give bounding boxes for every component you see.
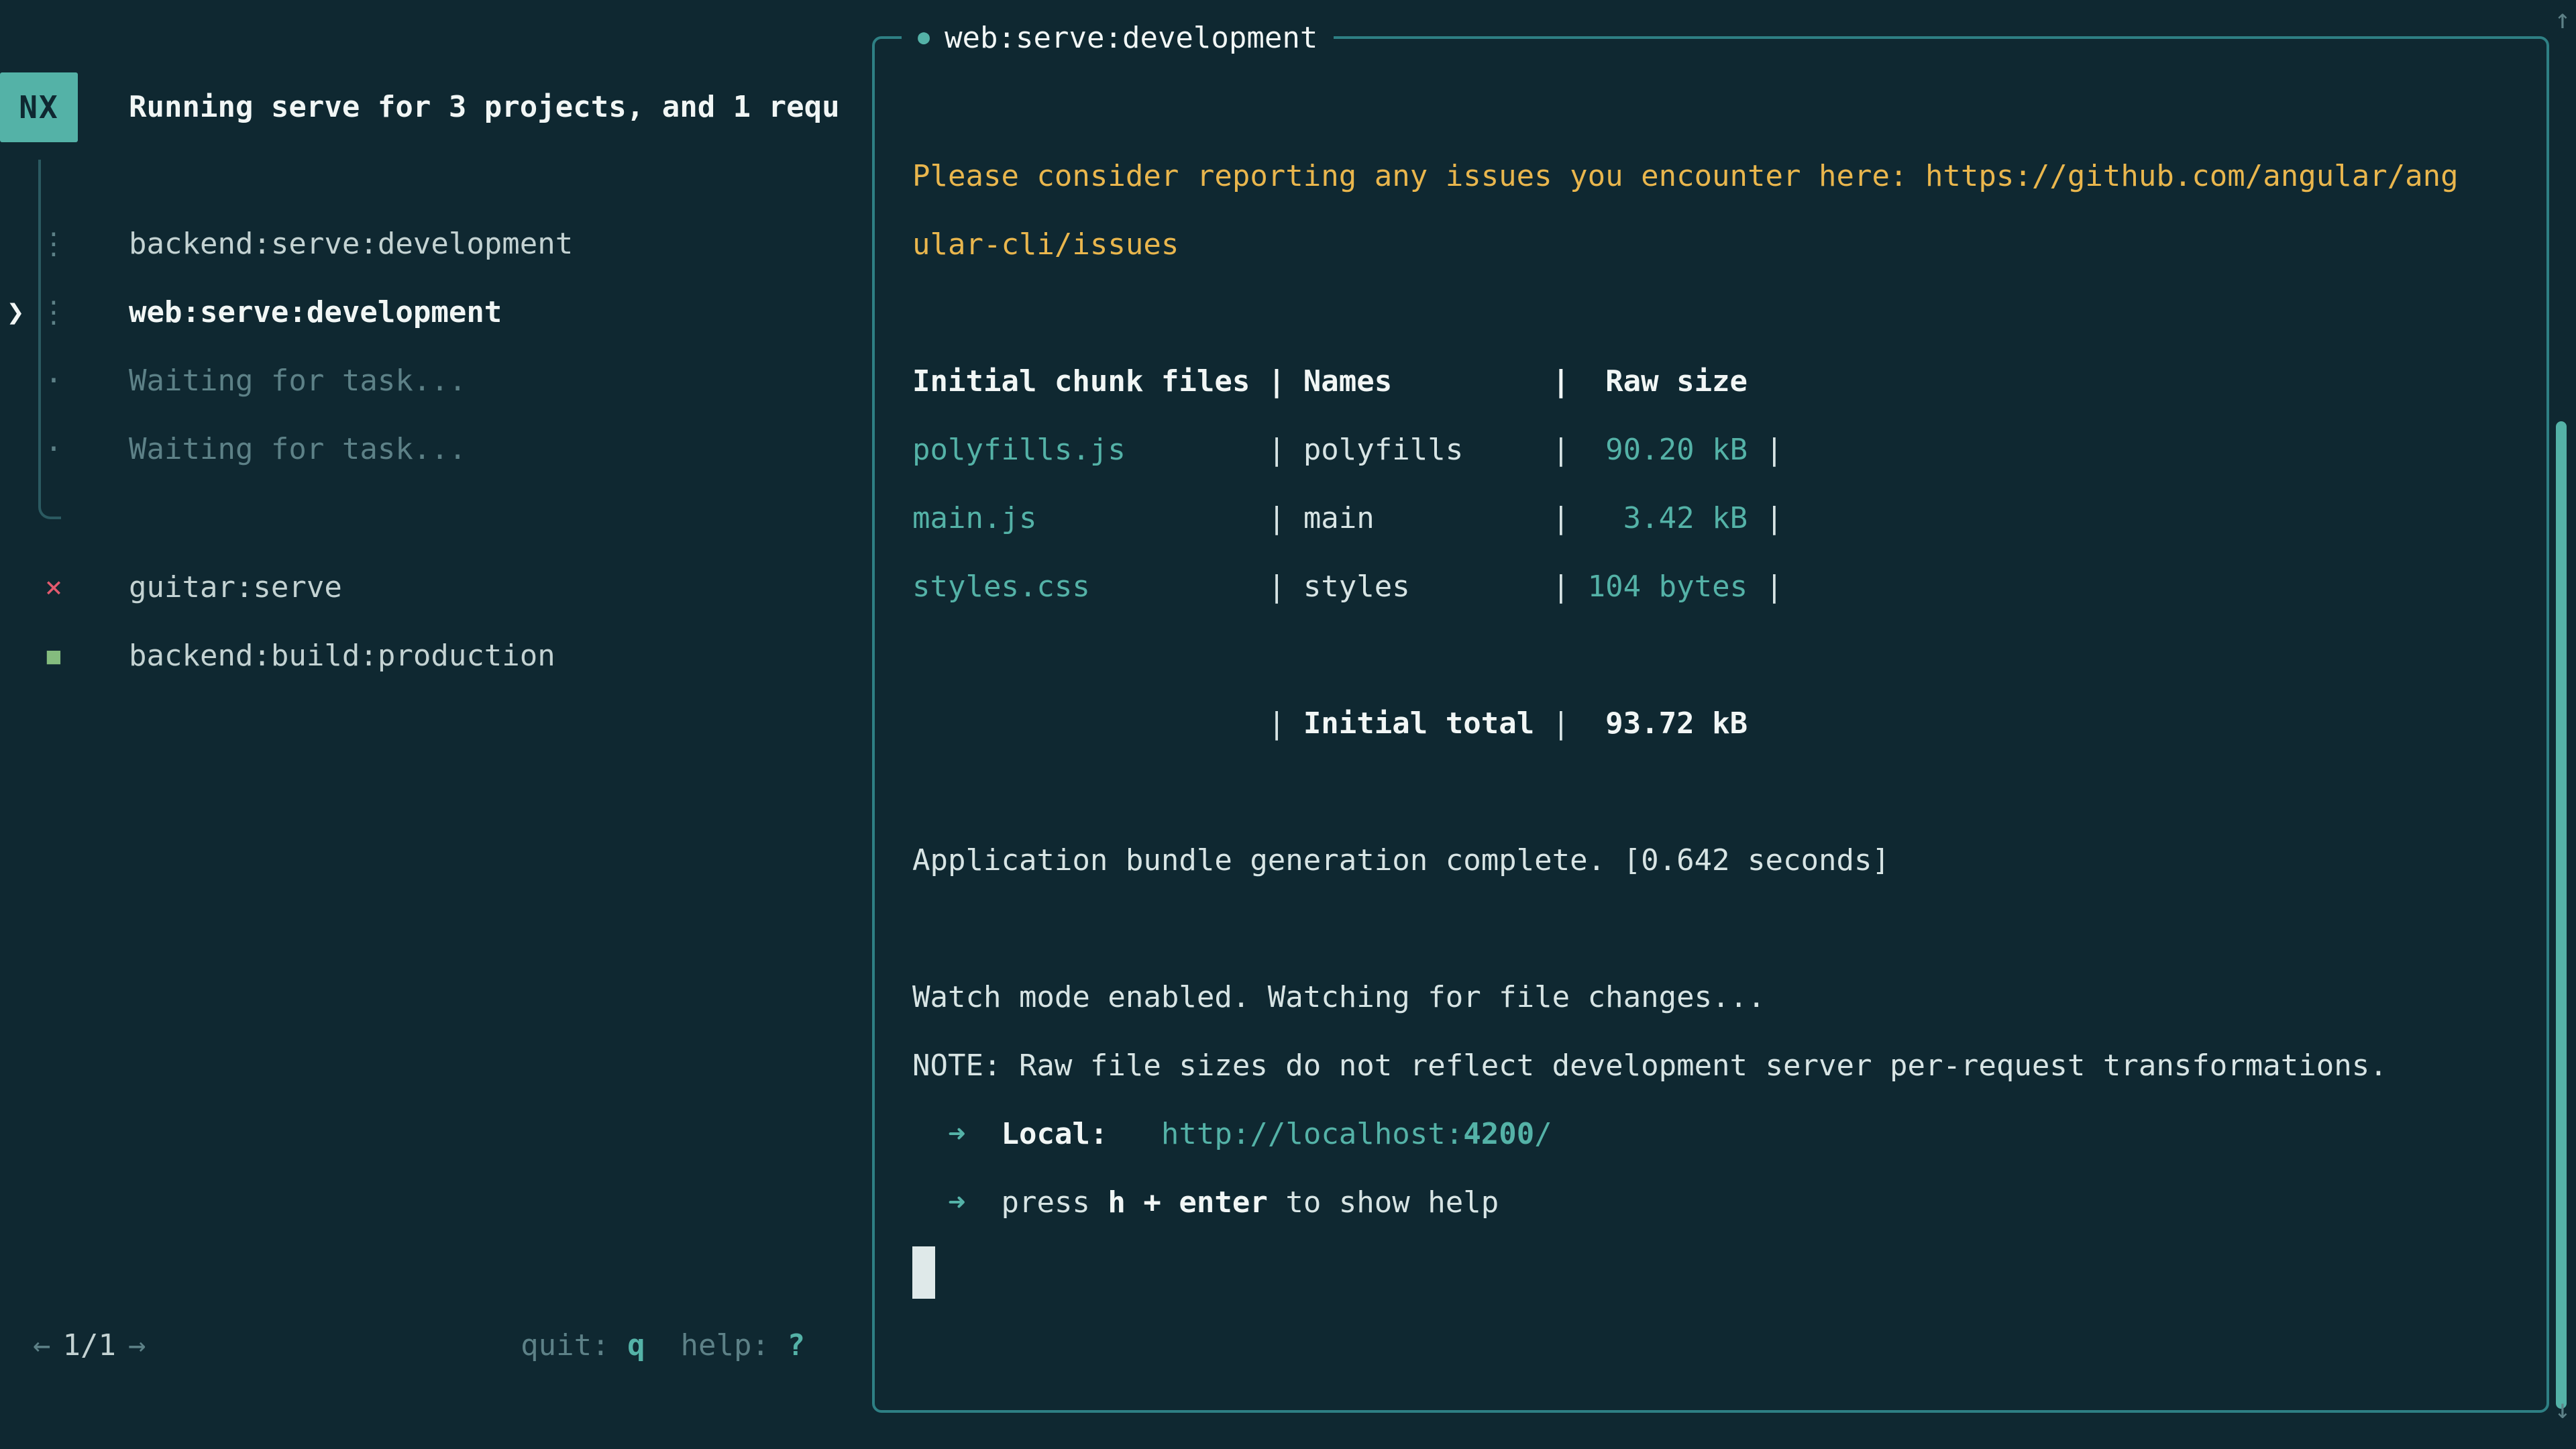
chunk-name: polyfills [1303, 433, 1534, 467]
pager: ← 1/1 → [33, 1311, 146, 1380]
task-output-panel: ●web:serve:development Please consider r… [872, 36, 2549, 1413]
sidebar-title: Running serve for 3 projects, and 1 requ [129, 72, 859, 142]
task-row-backend-serve[interactable]: ⋮ backend:serve:development [0, 210, 859, 278]
pipe: | [1534, 433, 1587, 467]
chunk-name: main [1303, 501, 1534, 535]
total-row: | Initial total | 93.72 kB [912, 690, 2546, 758]
task-row-web-serve[interactable]: ❯ ⋮ web:serve:development [0, 278, 859, 347]
blank-line [912, 279, 2546, 347]
chunk-name: styles [1303, 570, 1534, 604]
help-hint-label: help: [645, 1328, 788, 1362]
pipe: | [1748, 501, 1783, 535]
task-row-waiting-1[interactable]: · Waiting for task... [0, 347, 859, 415]
pager-next-icon[interactable]: → [128, 1311, 146, 1380]
finished-task-list: × guitar:serve ■ backend:build:productio… [0, 553, 859, 690]
quit-hint-label: quit: [521, 1328, 627, 1362]
panel-title-text: web:serve:development [945, 21, 1318, 55]
indent [912, 1117, 948, 1151]
indent [912, 706, 1250, 741]
pipe: | [1250, 706, 1303, 741]
task-row-backend-build[interactable]: ■ backend:build:production [0, 622, 859, 690]
spinner-icon: ⋮ [39, 278, 68, 347]
url-port: 4200 [1463, 1117, 1534, 1151]
nx-logo: NX [0, 72, 78, 142]
task-sidebar: NX Running serve for 3 projects, and 1 r… [0, 0, 859, 1449]
pipe: | [1748, 433, 1783, 467]
task-row-guitar-serve[interactable]: × guitar:serve [0, 553, 859, 622]
url-text: / [1534, 1117, 1552, 1151]
scroll-down-icon[interactable]: ↓ [2555, 1394, 2571, 1425]
help-key: ? [788, 1328, 806, 1362]
indent [965, 1185, 1001, 1220]
watch-mode-line: Watch mode enabled. Watching for file ch… [912, 963, 2546, 1032]
notice-line: Please consider reporting any issues you… [912, 142, 2546, 211]
pipe: | [1534, 570, 1587, 604]
scrollbar-thumb[interactable] [2556, 421, 2567, 1409]
status-dot-icon: ● [918, 25, 930, 49]
help-text: to show help [1268, 1185, 1499, 1220]
terminal-cursor [912, 1246, 935, 1299]
local-label: Local: [1001, 1117, 1108, 1151]
running-task-list: ⋮ backend:serve:development ❯ ⋮ web:serv… [0, 210, 859, 484]
spinner-icon: ⋮ [39, 210, 68, 278]
chunk-row: main.js | main | 3.42 kB | [912, 484, 2546, 553]
indent [1108, 1117, 1161, 1151]
total-size: 93.72 kB [1588, 706, 1748, 741]
task-label: Waiting for task... [129, 415, 466, 484]
task-row-waiting-2[interactable]: · Waiting for task... [0, 415, 859, 484]
bundle-complete-line: Application bundle generation complete. … [912, 826, 2546, 895]
table-header: Initial chunk files | Names | Raw size [912, 347, 2546, 416]
blank-line [912, 621, 2546, 690]
notice-line: ular-cli/issues [912, 211, 2546, 279]
chunk-file: polyfills.js [912, 433, 1250, 467]
waiting-dot-icon: · [39, 415, 68, 484]
indent [912, 1185, 948, 1220]
total-label: Initial total [1303, 706, 1534, 741]
help-text: press [1001, 1185, 1108, 1220]
panel-title: ● web:serve:development [902, 3, 1334, 72]
chunk-file: main.js [912, 501, 1250, 535]
blank-line [912, 758, 2546, 826]
pipe: | [1534, 501, 1587, 535]
task-label: web:serve:development [129, 278, 502, 347]
pager-prev-icon[interactable]: ← [33, 1311, 51, 1380]
local-url-line: ➜ Local: http://localhost:4200/ [912, 1100, 2546, 1169]
task-label: Waiting for task... [129, 347, 466, 415]
pipe: | [1250, 570, 1303, 604]
quit-key: q [627, 1328, 645, 1362]
chunk-row: styles.css | styles | 104 bytes | [912, 553, 2546, 621]
localhost-link[interactable]: http://localhost:4200/ [1161, 1117, 1552, 1151]
blank-line [912, 895, 2546, 963]
pipe: | [1250, 433, 1303, 467]
pipe: | [1748, 570, 1783, 604]
arrow-right-icon: ➜ [948, 1185, 966, 1220]
cursor-line [912, 1237, 2546, 1305]
task-label: backend:build:production [129, 622, 555, 690]
scroll-up-icon[interactable]: ↑ [2555, 4, 2571, 35]
arrow-right-icon: ➜ [948, 1117, 966, 1151]
failed-x-icon: × [39, 553, 68, 622]
task-label: guitar:serve [129, 553, 342, 622]
task-label: backend:serve:development [129, 210, 573, 278]
keyboard-hints: quit: q help: ? [521, 1311, 805, 1380]
help-keys: h + enter [1108, 1185, 1267, 1220]
help-hint-line: ➜ press h + enter to show help [912, 1169, 2546, 1237]
chunk-file: styles.css [912, 570, 1250, 604]
terminal-output: Please consider reporting any issues you… [875, 39, 2546, 1305]
waiting-dot-icon: · [39, 347, 68, 415]
sidebar-footer: ← 1/1 → quit: q help: ? [33, 1311, 805, 1380]
note-line: NOTE: Raw file sizes do not reflect deve… [912, 1032, 2546, 1100]
pager-indicator: 1/1 [63, 1311, 116, 1380]
chunk-size: 3.42 kB [1588, 501, 1748, 535]
indent [965, 1117, 1001, 1151]
chunk-size: 90.20 kB [1588, 433, 1748, 467]
pipe: | [1250, 501, 1303, 535]
chevron-right-icon: ❯ [7, 278, 25, 347]
stopped-square-icon: ■ [39, 622, 68, 690]
url-text: http://localhost: [1161, 1117, 1463, 1151]
chunk-size: 104 bytes [1588, 570, 1748, 604]
chunk-row: polyfills.js | polyfills | 90.20 kB | [912, 416, 2546, 484]
pipe: | [1534, 706, 1587, 741]
